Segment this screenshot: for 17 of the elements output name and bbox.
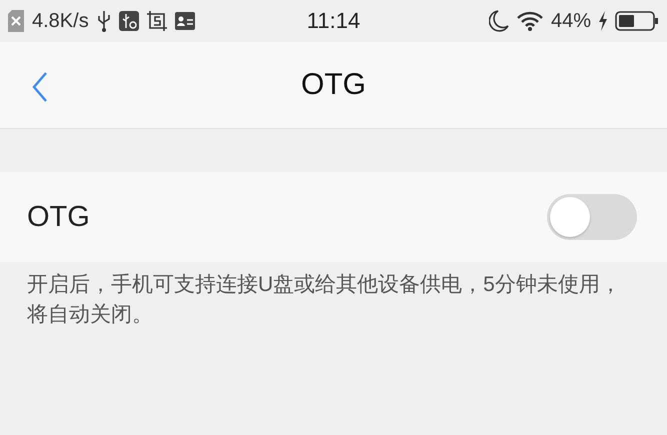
battery-icon: [615, 11, 660, 31]
usb-icon: [96, 10, 111, 32]
screenshot-icon: [146, 11, 167, 31]
usb-settings-icon: [118, 11, 139, 31]
moon-icon: [488, 10, 509, 32]
page-title: OTG: [301, 68, 366, 102]
network-speed: 4.8K/s: [32, 10, 89, 32]
toggle-switch[interactable]: [547, 194, 637, 240]
setting-label: OTG: [27, 200, 90, 234]
sim-error-icon: [8, 10, 24, 32]
back-icon: [32, 72, 48, 102]
wifi-icon: [516, 11, 544, 31]
description-text: 开启后，手机可支持连接U盘或给其他设备供电，5分钟未使用，将自动关闭。: [26, 272, 622, 328]
clock-time: 11:14: [306, 8, 360, 34]
battery-percentage: 44%: [550, 10, 592, 32]
charging-icon: [598, 11, 608, 31]
contact-card-icon: [174, 12, 195, 30]
